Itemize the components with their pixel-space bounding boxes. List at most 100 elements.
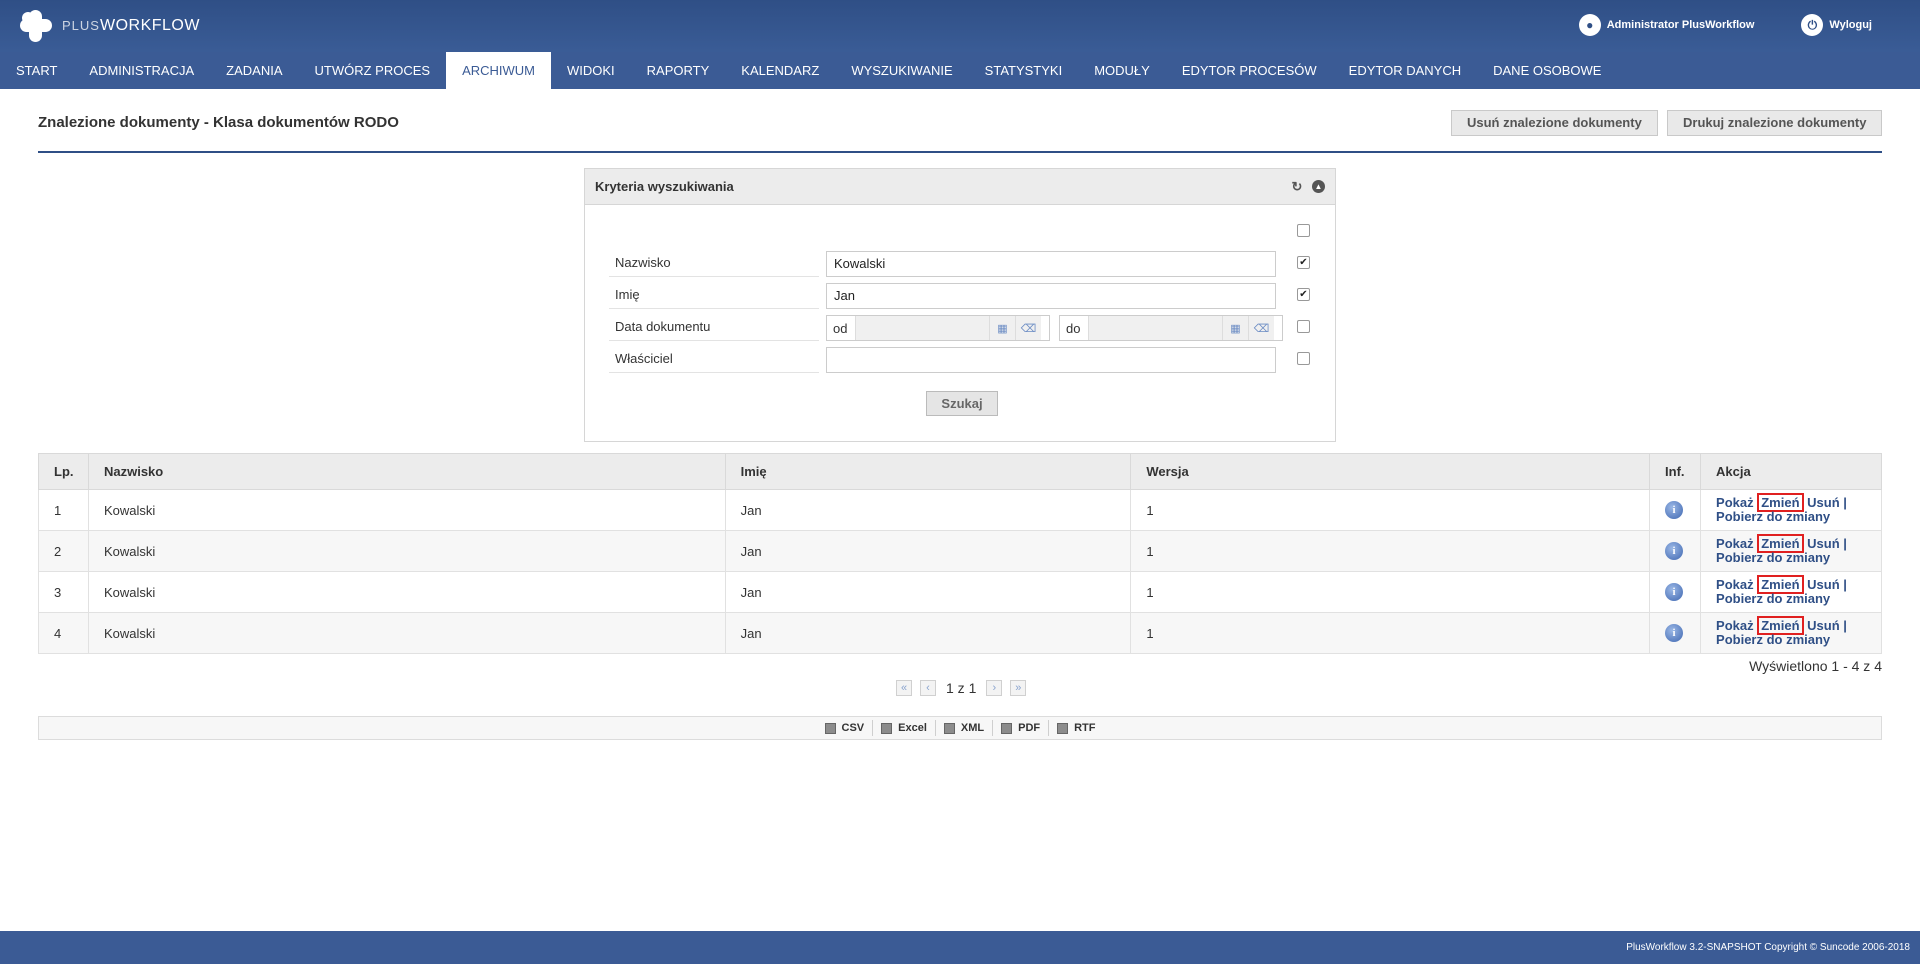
col-header-lp[interactable]: Lp.: [38, 453, 89, 490]
data-dokumentu-checkbox[interactable]: [1297, 320, 1310, 333]
main-nav: START ADMINISTRACJA ZADANIA UTWÓRZ PROCE…: [0, 52, 1920, 89]
action-separator: |: [1843, 577, 1847, 592]
clear-date-icon[interactable]: ⌫: [1015, 316, 1041, 340]
delete-link[interactable]: Usuń: [1807, 536, 1840, 551]
results-summary: Wyświetlono 1 - 4 z 4: [1749, 658, 1882, 674]
date-from-field[interactable]: od ▦ ⌫: [826, 315, 1050, 341]
cell-lp: 3: [38, 571, 89, 613]
nav-item-kalendarz[interactable]: KALENDARZ: [725, 52, 835, 89]
nav-item-raporty[interactable]: RAPORTY: [631, 52, 726, 89]
nav-item-statystyki[interactable]: STATYSTYKI: [969, 52, 1079, 89]
nav-item-utworz-proces[interactable]: UTWÓRZ PROCES: [299, 52, 447, 89]
calendar-icon[interactable]: ▦: [1222, 316, 1248, 340]
print-found-button[interactable]: Drukuj znalezione dokumenty: [1667, 110, 1883, 136]
collapse-icon[interactable]: ▲: [1312, 180, 1325, 193]
cell-inf: i: [1649, 489, 1702, 531]
cell-nazwisko: Kowalski: [87, 489, 726, 531]
nav-item-widoki[interactable]: WIDOKI: [551, 52, 631, 89]
download-for-change-link[interactable]: Pobierz do zmiany: [1716, 591, 1830, 606]
delete-link[interactable]: Usuń: [1807, 577, 1840, 592]
cell-wersja: 1: [1130, 612, 1651, 654]
nav-item-archiwum[interactable]: ARCHIWUM: [446, 52, 551, 89]
col-header-wersja[interactable]: Wersja: [1130, 453, 1651, 490]
show-link[interactable]: Pokaż: [1716, 536, 1754, 551]
cell-akcja: Pokaż Zmień Usuń | Pobierz do zmiany: [1700, 612, 1882, 654]
date-to-input[interactable]: [1088, 316, 1222, 340]
action-separator: |: [1843, 618, 1847, 633]
wlasciciel-checkbox[interactable]: [1297, 352, 1310, 365]
nav-item-moduly[interactable]: MODUŁY: [1078, 52, 1166, 89]
imie-checkbox[interactable]: ✔: [1297, 288, 1310, 301]
nav-item-zadania[interactable]: ZADANIA: [210, 52, 298, 89]
refresh-icon[interactable]: ↻: [1290, 179, 1304, 194]
cell-inf: i: [1649, 530, 1702, 572]
show-link[interactable]: Pokaż: [1716, 495, 1754, 510]
show-link[interactable]: Pokaż: [1716, 618, 1754, 633]
search-button[interactable]: Szukaj: [926, 391, 998, 416]
date-from-label: od: [833, 320, 848, 336]
export-rtf-button[interactable]: RTF: [1049, 720, 1103, 736]
logout-link[interactable]: ⏻ Wyloguj: [1801, 14, 1872, 36]
export-excel-button[interactable]: Excel: [873, 720, 936, 736]
info-icon[interactable]: i: [1665, 583, 1684, 601]
nazwisko-input[interactable]: Kowalski: [826, 251, 1276, 277]
download-for-change-link[interactable]: Pobierz do zmiany: [1716, 632, 1830, 647]
nav-item-dane-osobowe[interactable]: DANE OSOBOWE: [1477, 52, 1617, 89]
imie-input[interactable]: Jan: [826, 283, 1276, 309]
calendar-icon[interactable]: ▦: [989, 316, 1015, 340]
panel-title: Kryteria wyszukiwania: [595, 179, 734, 194]
info-icon[interactable]: i: [1665, 542, 1684, 560]
page-title: Znalezione dokumenty - Klasa dokumentów …: [38, 114, 399, 131]
wlasciciel-input[interactable]: [826, 347, 1276, 373]
delete-link[interactable]: Usuń: [1807, 618, 1840, 633]
export-pdf-button[interactable]: PDF: [993, 720, 1050, 736]
panel-header: Kryteria wyszukiwania ↻ ▲: [585, 169, 1335, 205]
field-label-nazwisko: Nazwisko: [609, 251, 819, 277]
field-label-wlasciciel: Właściciel: [609, 347, 819, 373]
export-label: RTF: [1074, 722, 1096, 734]
info-icon[interactable]: i: [1665, 501, 1684, 519]
logo-text: PLUSWORKFLOW: [62, 17, 200, 34]
first-page-icon[interactable]: «: [896, 680, 912, 696]
export-csv-button[interactable]: CSV: [817, 720, 874, 736]
table-row: 1 Kowalski Jan 1 i Pokaż Zmień Usuń | Po…: [38, 489, 1882, 531]
last-page-icon[interactable]: »: [1010, 680, 1027, 696]
cell-nazwisko: Kowalski: [87, 571, 726, 613]
download-for-change-link[interactable]: Pobierz do zmiany: [1716, 550, 1830, 565]
show-link[interactable]: Pokaż: [1716, 577, 1754, 592]
nazwisko-checkbox[interactable]: ✔: [1297, 256, 1310, 269]
col-header-nazwisko[interactable]: Nazwisko: [87, 453, 726, 490]
nav-item-start[interactable]: START: [0, 52, 73, 89]
nav-item-administracja[interactable]: ADMINISTRACJA: [73, 52, 210, 89]
prev-page-icon[interactable]: ‹: [920, 680, 936, 696]
csv-icon: [824, 722, 836, 734]
cell-imie: Jan: [724, 489, 1132, 531]
app-logo[interactable]: PLUSWORKFLOW: [18, 8, 200, 44]
next-page-icon[interactable]: ›: [986, 680, 1003, 696]
cell-imie: Jan: [724, 571, 1132, 613]
clear-date-icon[interactable]: ⌫: [1248, 316, 1274, 340]
nav-item-wyszukiwanie[interactable]: WYSZUKIWANIE: [835, 52, 968, 89]
xml-icon: [943, 722, 955, 734]
download-for-change-link[interactable]: Pobierz do zmiany: [1716, 509, 1830, 524]
select-all-checkbox[interactable]: [1297, 224, 1310, 237]
delete-link[interactable]: Usuń: [1807, 495, 1840, 510]
cell-akcja: Pokaż Zmień Usuń | Pobierz do zmiany: [1700, 530, 1882, 572]
nav-item-edytor-danych[interactable]: EDYTOR DANYCH: [1333, 52, 1477, 89]
search-criteria-panel: Kryteria wyszukiwania ↻ ▲ Nazwisko Kowal…: [584, 168, 1336, 442]
logo-icon: [18, 8, 54, 44]
cell-imie: Jan: [724, 612, 1132, 654]
nav-item-edytor-procesow[interactable]: EDYTOR PROCESÓW: [1166, 52, 1333, 89]
user-icon: ●: [1578, 14, 1601, 36]
date-to-field[interactable]: do ▦ ⌫: [1059, 315, 1283, 341]
export-xml-button[interactable]: XML: [936, 720, 994, 736]
user-profile-link[interactable]: ● Administrator PlusWorkflow: [1578, 14, 1754, 36]
delete-found-button[interactable]: Usuń znalezione dokumenty: [1451, 110, 1658, 136]
action-separator: |: [1843, 536, 1847, 551]
info-icon[interactable]: i: [1665, 624, 1684, 642]
cell-wersja: 1: [1130, 530, 1651, 572]
col-header-imie[interactable]: Imię: [724, 453, 1132, 490]
pdf-icon: [1001, 722, 1013, 734]
date-from-input[interactable]: [855, 316, 989, 340]
cell-nazwisko: Kowalski: [87, 530, 726, 572]
